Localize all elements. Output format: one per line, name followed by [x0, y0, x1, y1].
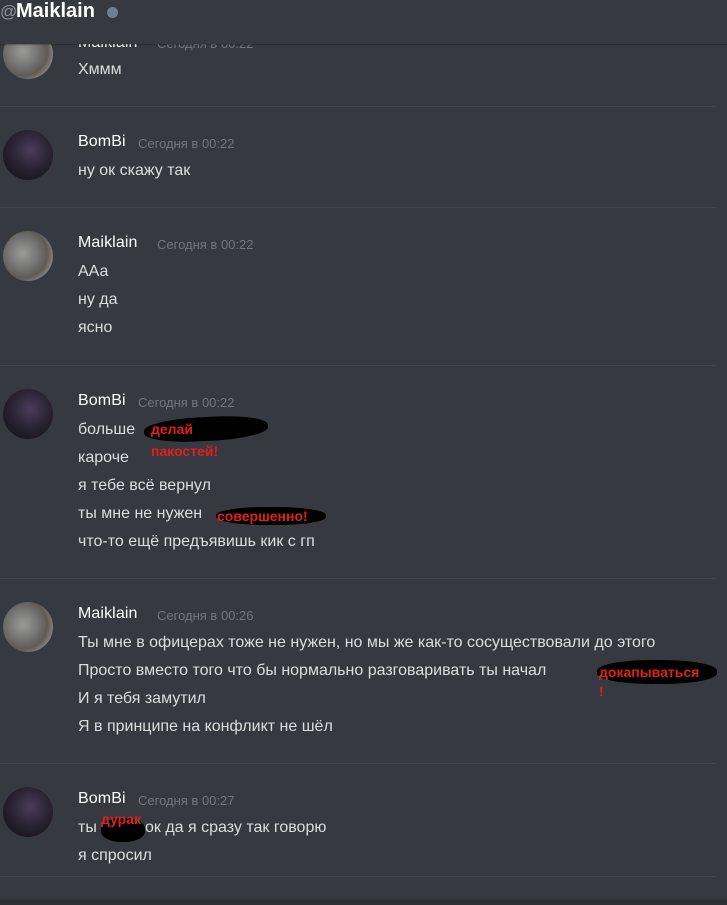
message-text: ну да [78, 291, 118, 308]
message-text: ты мне не нужен [78, 505, 203, 522]
message-author[interactable]: BomBi [78, 133, 126, 151]
message-divider [0, 876, 716, 877]
message-text: ясно [78, 319, 113, 336]
message-text: я спросил [78, 847, 152, 864]
annotation-label: совершенно! [217, 508, 308, 524]
annotation-label: ! [599, 683, 604, 699]
message-text: Я в принципе на конфликт не шёл [78, 718, 333, 735]
avatar[interactable] [3, 787, 53, 837]
avatar[interactable] [3, 130, 53, 180]
message-divider [0, 763, 716, 764]
message-timestamp: Сегодня в 00:22 [138, 136, 235, 151]
message-text: И я тебя замутил [78, 690, 206, 707]
message-text: ты [78, 819, 97, 836]
message-author[interactable]: Maiklain [78, 234, 138, 252]
message-divider [0, 207, 716, 208]
message-text: ну ок скажу так [78, 162, 191, 179]
avatar[interactable] [3, 231, 53, 281]
message-divider [0, 106, 716, 107]
message-text: ок да я сразу так говорю [145, 819, 327, 836]
message-text: кароче [78, 449, 129, 466]
message-timestamp: Сегодня в 00:27 [138, 793, 235, 808]
message-text: ААа [78, 263, 109, 280]
bottom-edge [0, 899, 727, 905]
message-text: больше [78, 421, 136, 438]
message-text: Просто вместо того что бы нормально разг… [78, 662, 547, 679]
dm-recipient-name[interactable]: Maiklain [16, 0, 95, 23]
annotation-label: дурак [101, 811, 142, 827]
message-text: что-то ещё предъявишь кик с гп [78, 533, 315, 550]
channel-header: @ Maiklain [0, 0, 727, 44]
message-text: Ты мне в офицерах тоже не нужен, но мы ж… [78, 634, 656, 651]
message-author[interactable]: BomBi [78, 790, 126, 808]
avatar[interactable] [3, 602, 53, 652]
message-feed[interactable]: Maiklain Сегодня в 00:22 Хммм BomBi Сего… [0, 0, 727, 905]
offline-status-icon [107, 7, 118, 18]
message-text: Хммм [78, 61, 122, 78]
annotation-label: делай [151, 421, 193, 437]
message-divider [0, 365, 716, 366]
message-timestamp: Сегодня в 00:22 [138, 395, 235, 410]
message-timestamp: Сегодня в 00:26 [157, 608, 254, 623]
message-author[interactable]: BomBi [78, 392, 126, 410]
message-author[interactable]: Maiklain [78, 605, 138, 623]
message-timestamp: Сегодня в 00:22 [157, 237, 254, 252]
annotation-label: докапываться [599, 664, 700, 680]
message-text: я тебе всё вернул [78, 477, 211, 494]
annotation-label: пакостей! [151, 443, 219, 459]
at-sign-icon: @ [0, 2, 18, 21]
message-divider [0, 578, 716, 579]
avatar[interactable] [3, 389, 53, 439]
